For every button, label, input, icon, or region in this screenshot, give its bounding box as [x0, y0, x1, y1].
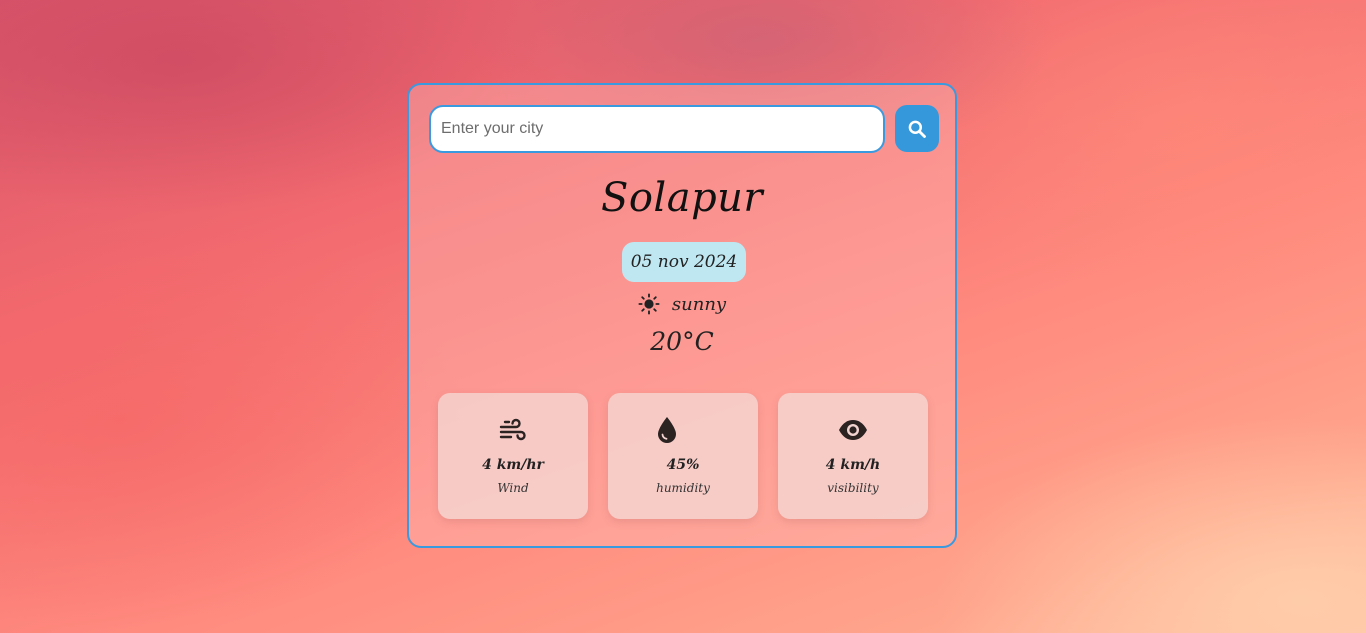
weather-condition: sunny [409, 293, 955, 315]
wind-value: 4 km/hr [482, 457, 544, 473]
droplet-icon [658, 417, 676, 443]
weather-card: Solapur 05 nov 2024 sunny 20°C [407, 83, 957, 548]
search-icon [908, 120, 926, 138]
humidity-value: 45% [666, 457, 700, 473]
humidity-tile: 45% humidity [608, 393, 758, 519]
wind-icon [499, 418, 526, 441]
temperature: 20°C [650, 327, 714, 356]
wind-label: Wind [497, 481, 529, 495]
visibility-tile: 4 km/h visibility [778, 393, 928, 519]
date-badge: 05 nov 2024 [622, 242, 746, 282]
city-search-input[interactable] [429, 105, 885, 153]
search-button[interactable] [895, 105, 939, 152]
date-text: 05 nov 2024 [630, 252, 738, 272]
eye-icon [839, 420, 867, 440]
visibility-label: visibility [827, 481, 879, 495]
visibility-value: 4 km/h [825, 457, 881, 473]
humidity-label: humidity [656, 481, 710, 495]
wind-tile: 4 km/hr Wind [438, 393, 588, 519]
condition-text: sunny [671, 293, 727, 315]
sun-icon [638, 293, 660, 315]
search-bar [429, 105, 939, 153]
city-name: Solapur [600, 175, 764, 221]
